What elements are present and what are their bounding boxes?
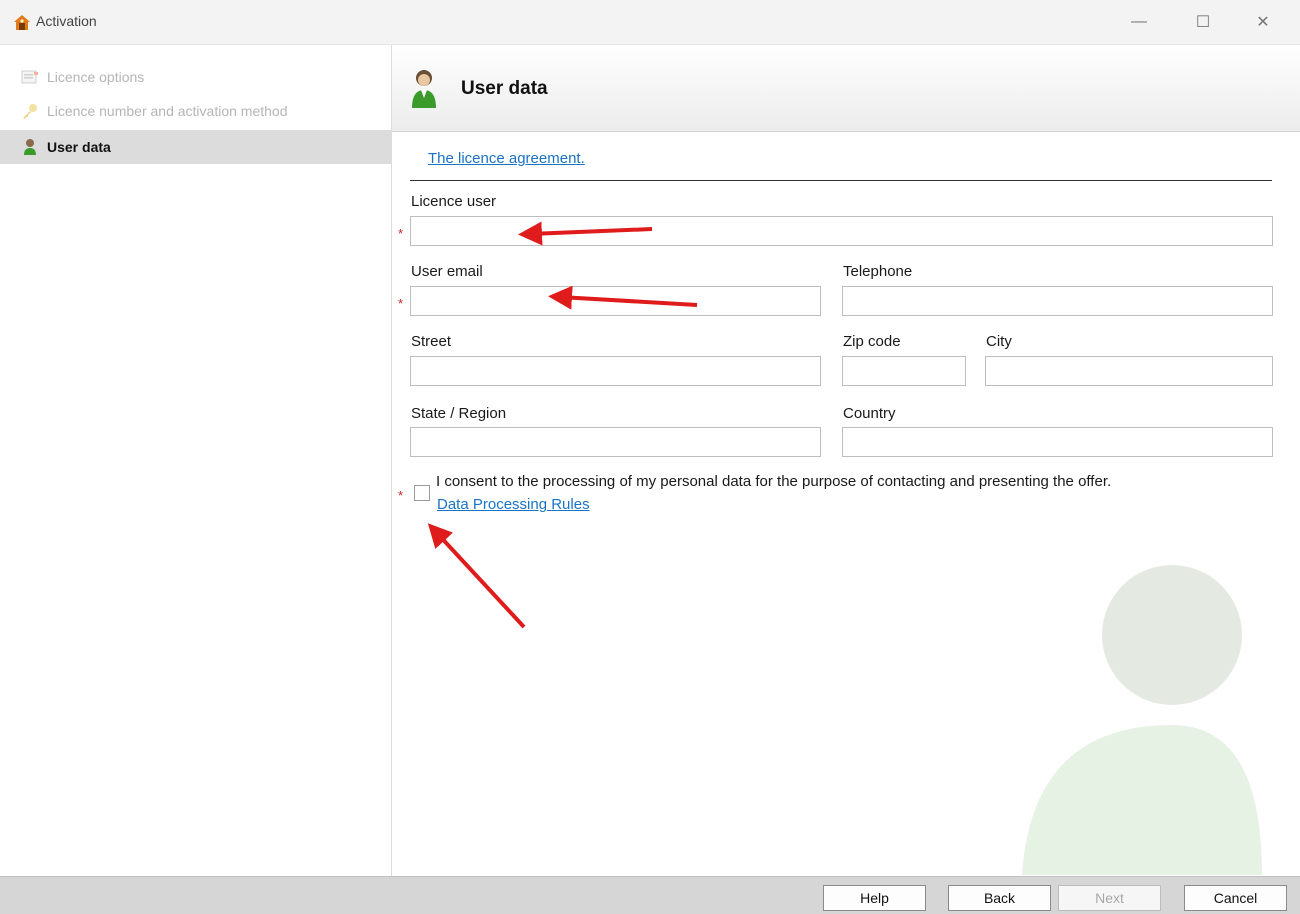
- page-header: User data: [392, 45, 1300, 132]
- country-field[interactable]: [842, 427, 1273, 457]
- help-button[interactable]: Help: [823, 885, 926, 911]
- wizard-button-bar: Help Back Next Cancel: [0, 876, 1300, 914]
- required-marker: *: [398, 488, 404, 503]
- activation-app-icon: [14, 15, 30, 30]
- user-watermark-icon: [1022, 565, 1262, 875]
- sidebar-item-label: Licence options: [47, 69, 145, 85]
- page-title: User data: [461, 78, 548, 99]
- licence-user-label: Licence user: [411, 193, 497, 210]
- zip-code-field[interactable]: [842, 356, 966, 386]
- state-region-field[interactable]: [410, 427, 821, 457]
- telephone-label: Telephone: [843, 263, 913, 280]
- country-label: Country: [843, 405, 896, 422]
- close-icon: ✕: [1256, 14, 1270, 31]
- sidebar-item-label: User data: [47, 139, 111, 155]
- close-button[interactable]: ✕: [1240, 8, 1286, 36]
- key-icon: [21, 102, 39, 120]
- window-title: Activation: [36, 13, 97, 29]
- user-email-field[interactable]: [410, 286, 821, 316]
- telephone-field[interactable]: [842, 286, 1273, 316]
- city-label: City: [986, 333, 1012, 350]
- back-button[interactable]: Back: [948, 885, 1051, 911]
- maximize-icon: ☐: [1195, 14, 1211, 31]
- city-field[interactable]: [985, 356, 1273, 386]
- window-titlebar: Activation — ☐ ✕: [0, 0, 1300, 45]
- minimize-icon: —: [1131, 13, 1147, 30]
- street-field[interactable]: [410, 356, 821, 386]
- sidebar-item-label: Licence number and activation method: [47, 103, 288, 119]
- street-label: Street: [411, 333, 452, 350]
- document-icon: [21, 68, 39, 86]
- licence-user-field[interactable]: [410, 216, 1273, 246]
- consent-checkbox[interactable]: [414, 485, 430, 501]
- divider: [410, 180, 1272, 181]
- consent-text: I consent to the processing of my person…: [436, 473, 1112, 490]
- zip-code-label: Zip code: [843, 333, 901, 350]
- maximize-button[interactable]: ☐: [1180, 8, 1226, 36]
- sidebar-item-licence-number[interactable]: Licence number and activation method: [0, 94, 391, 128]
- user-email-label: User email: [411, 263, 483, 280]
- required-marker: *: [398, 296, 404, 311]
- minimize-button[interactable]: —: [1116, 8, 1162, 36]
- user-icon: [21, 138, 39, 156]
- cancel-button[interactable]: Cancel: [1184, 885, 1287, 911]
- user-icon: [412, 70, 436, 108]
- main-panel: User data The licence agreement. Licence…: [392, 45, 1300, 876]
- required-marker: *: [398, 226, 404, 241]
- sidebar-item-user-data[interactable]: User data: [0, 130, 391, 164]
- sidebar-item-licence-options[interactable]: Licence options: [0, 60, 391, 94]
- wizard-steps-sidebar: Licence options Licence number and activ…: [0, 45, 392, 876]
- data-processing-rules-link[interactable]: Data Processing Rules: [437, 496, 590, 513]
- licence-agreement-link[interactable]: The licence agreement.: [428, 150, 585, 167]
- state-region-label: State / Region: [411, 405, 507, 422]
- next-button[interactable]: Next: [1058, 885, 1161, 911]
